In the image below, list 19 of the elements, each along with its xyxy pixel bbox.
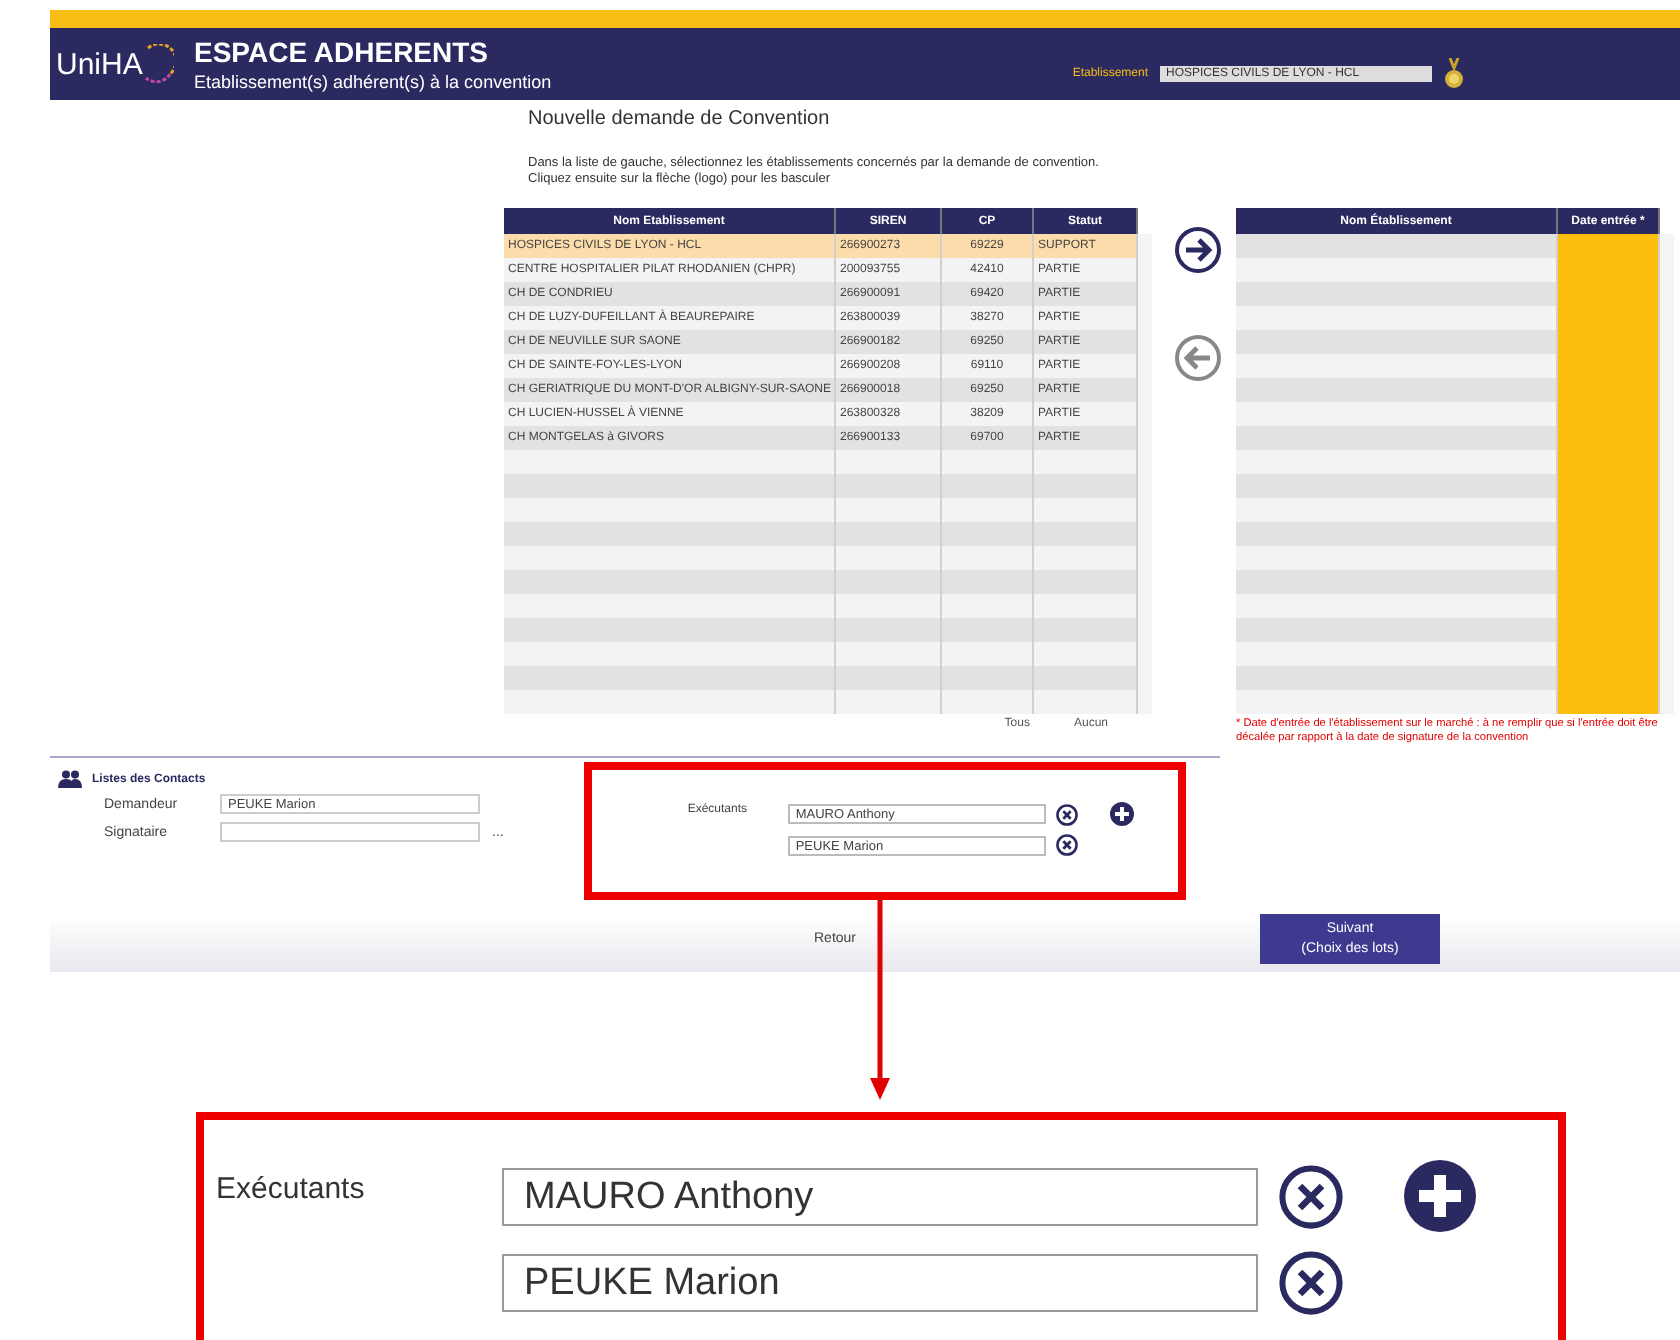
add-icon[interactable]: [1109, 802, 1134, 826]
field-label: Exécutants: [214, 1170, 367, 1210]
input-field: PEUKE Marion: [502, 1254, 1258, 1312]
remove-icon: [1278, 1250, 1344, 1316]
app-title: ESPACE ADHERENTS: [194, 36, 491, 68]
remove-icon[interactable]: [1055, 803, 1078, 825]
input-field: MAURO Anthony: [502, 1167, 1258, 1225]
people-icon: [58, 770, 82, 788]
page-title: Nouvelle demande de Convention: [528, 106, 832, 134]
remove-icon: [1278, 1163, 1344, 1229]
input-field[interactable]: [220, 822, 480, 842]
remove-icon[interactable]: [1055, 834, 1078, 856]
logo-text: UniHA: [56, 47, 143, 81]
scrollbar[interactable]: [1660, 234, 1674, 714]
add-icon: [1404, 1160, 1476, 1232]
medal-icon: [1444, 58, 1464, 90]
logo-ring-icon: [142, 44, 175, 84]
scrollbar[interactable]: [1138, 234, 1152, 714]
app-subtitle: Etablissement(s) adhérent(s) à la convention: [194, 72, 552, 92]
